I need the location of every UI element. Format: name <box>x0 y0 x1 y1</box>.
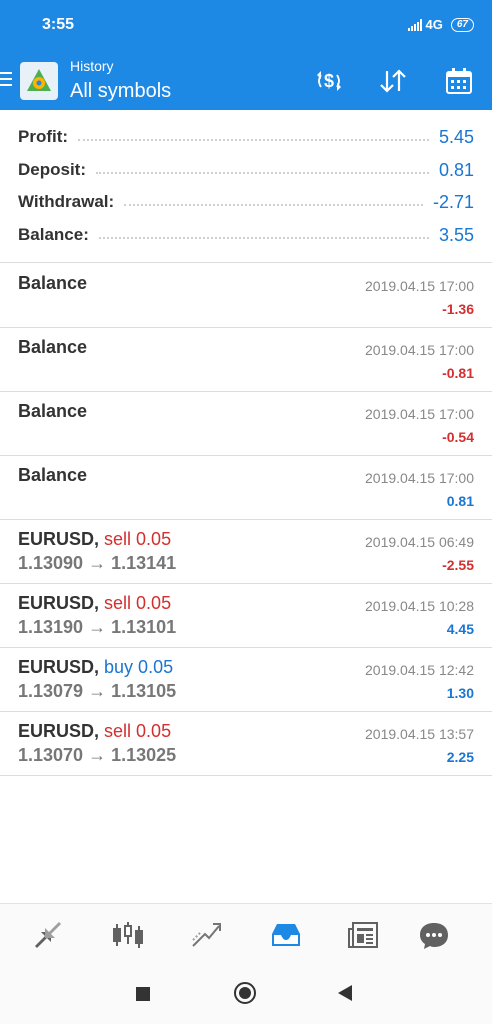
deal-name: Balance <box>18 273 88 293</box>
balance-value: 3.55 <box>438 224 474 245</box>
trade-time: 2019.04.15 13:57 <box>365 726 474 742</box>
status-time: 3:55 <box>42 16 75 33</box>
trade-side: sell 0.05 <box>104 529 172 549</box>
summary-balance-row: Balance: 3.55 <box>18 220 474 250</box>
home-icon[interactable] <box>234 982 256 1004</box>
trade-prices: 1.13070 → 1.13025 <box>18 745 177 765</box>
history-row-balance[interactable]: Balance 2019.04.15 17:00 -1.36 <box>0 263 492 328</box>
messages-icon[interactable] <box>416 918 452 952</box>
deal-amount: 0.81 <box>446 493 474 509</box>
bottom-navigation <box>0 903 492 966</box>
menu-icon[interactable] <box>0 72 12 86</box>
trade-profit: -2.55 <box>442 557 474 573</box>
deal-name: Balance <box>18 465 88 485</box>
leader-dots <box>78 139 429 141</box>
page-subtitle: History <box>70 58 114 74</box>
deposit-value: 0.81 <box>438 159 474 180</box>
battery-icon: 67 <box>450 17 474 32</box>
trade-prices: 1.13079 → 1.13105 <box>18 681 177 701</box>
deal-time: 2019.04.15 17:00 <box>365 470 474 486</box>
trade-prices: 1.13190 → 1.13101 <box>18 617 177 637</box>
profit-value: 5.45 <box>438 126 474 147</box>
page-title[interactable]: All symbols <box>70 80 171 103</box>
signal-icon <box>407 18 422 31</box>
trade-side: buy 0.05 <box>104 657 174 677</box>
quotes-icon[interactable] <box>30 918 66 952</box>
deal-time: 2019.04.15 17:00 <box>365 342 474 358</box>
trade-symbol-line: EURUSD, sell 0.05 <box>18 721 171 742</box>
trade-prices: 1.13090 → 1.13141 <box>18 553 177 573</box>
chart-icon[interactable] <box>110 918 146 952</box>
history-row-trade[interactable]: EURUSD, sell 0.05 1.13090 → 1.13141 2019… <box>0 519 492 584</box>
history-row-balance[interactable]: Balance 2019.04.15 17:00 -0.81 <box>0 327 492 392</box>
withdrawal-label: Withdrawal: <box>18 192 115 211</box>
trade-time: 2019.04.15 12:42 <box>365 662 474 678</box>
app-bar: History All symbols $ <box>0 52 492 110</box>
withdrawal-value: -2.71 <box>432 191 474 212</box>
deal-amount: -0.81 <box>442 365 474 381</box>
calendar-icon[interactable] <box>442 64 476 98</box>
trade-symbol-line: EURUSD, sell 0.05 <box>18 529 171 550</box>
deal-time: 2019.04.15 17:00 <box>365 278 474 294</box>
trade-symbol-line: EURUSD, buy 0.05 <box>18 657 173 678</box>
back-icon[interactable] <box>338 985 352 1001</box>
deal-name: Balance <box>18 401 88 421</box>
history-icon[interactable] <box>268 918 304 952</box>
trade-symbol: EURUSD, <box>18 529 100 549</box>
currency-exchange-icon[interactable]: $ <box>312 64 346 98</box>
deposit-label: Deposit: <box>18 160 86 179</box>
app-logo-icon[interactable] <box>20 62 58 100</box>
deal-amount: -1.36 <box>442 301 474 317</box>
deal-name: Balance <box>18 337 88 357</box>
sort-icon[interactable] <box>376 64 410 98</box>
history-row-balance[interactable]: Balance 2019.04.15 17:00 -0.54 <box>0 391 492 456</box>
trade-side: sell 0.05 <box>104 721 172 741</box>
summary-withdrawal-row: Withdrawal: -2.71 <box>18 187 474 217</box>
trade-symbol-line: EURUSD, sell 0.05 <box>18 593 171 614</box>
trade-symbol: EURUSD, <box>18 721 100 741</box>
trade-side: sell 0.05 <box>104 593 172 613</box>
trade-time: 2019.04.15 10:28 <box>365 598 474 614</box>
trade-symbol: EURUSD, <box>18 657 100 677</box>
status-bar: 3:55 4G 67 <box>0 0 492 52</box>
history-row-trade[interactable]: EURUSD, sell 0.05 1.13190 → 1.13101 2019… <box>0 583 492 648</box>
leader-dots <box>124 204 423 206</box>
svg-text:$: $ <box>324 71 334 91</box>
news-icon[interactable] <box>346 918 382 952</box>
history-row-balance[interactable]: Balance 2019.04.15 17:00 0.81 <box>0 455 492 520</box>
deal-amount: -0.54 <box>442 429 474 445</box>
leader-dots <box>96 172 429 174</box>
summary-profit-row: Profit: 5.45 <box>18 122 474 152</box>
summary-panel: Profit: 5.45 Deposit: 0.81 Withdrawal: -… <box>0 110 492 262</box>
summary-deposit-row: Deposit: 0.81 <box>18 155 474 185</box>
history-row-trade[interactable]: EURUSD, buy 0.05 1.13079 → 1.13105 2019.… <box>0 647 492 712</box>
trade-time: 2019.04.15 06:49 <box>365 534 474 550</box>
recents-icon[interactable] <box>136 987 150 1001</box>
leader-dots <box>98 237 429 239</box>
status-indicators: 4G 67 <box>407 17 474 32</box>
trade-profit: 2.25 <box>446 749 474 765</box>
balance-label: Balance: <box>18 225 89 244</box>
system-navigation <box>0 965 492 1024</box>
profit-label: Profit: <box>18 127 69 146</box>
trade-symbol: EURUSD, <box>18 593 100 613</box>
deal-time: 2019.04.15 17:00 <box>365 406 474 422</box>
trade-profit: 1.30 <box>446 685 474 701</box>
trade-icon[interactable] <box>188 918 224 952</box>
network-type: 4G <box>425 17 443 32</box>
history-row-trade[interactable]: EURUSD, sell 0.05 1.13070 → 1.13025 2019… <box>0 711 492 776</box>
trade-profit: 4.45 <box>446 621 474 637</box>
